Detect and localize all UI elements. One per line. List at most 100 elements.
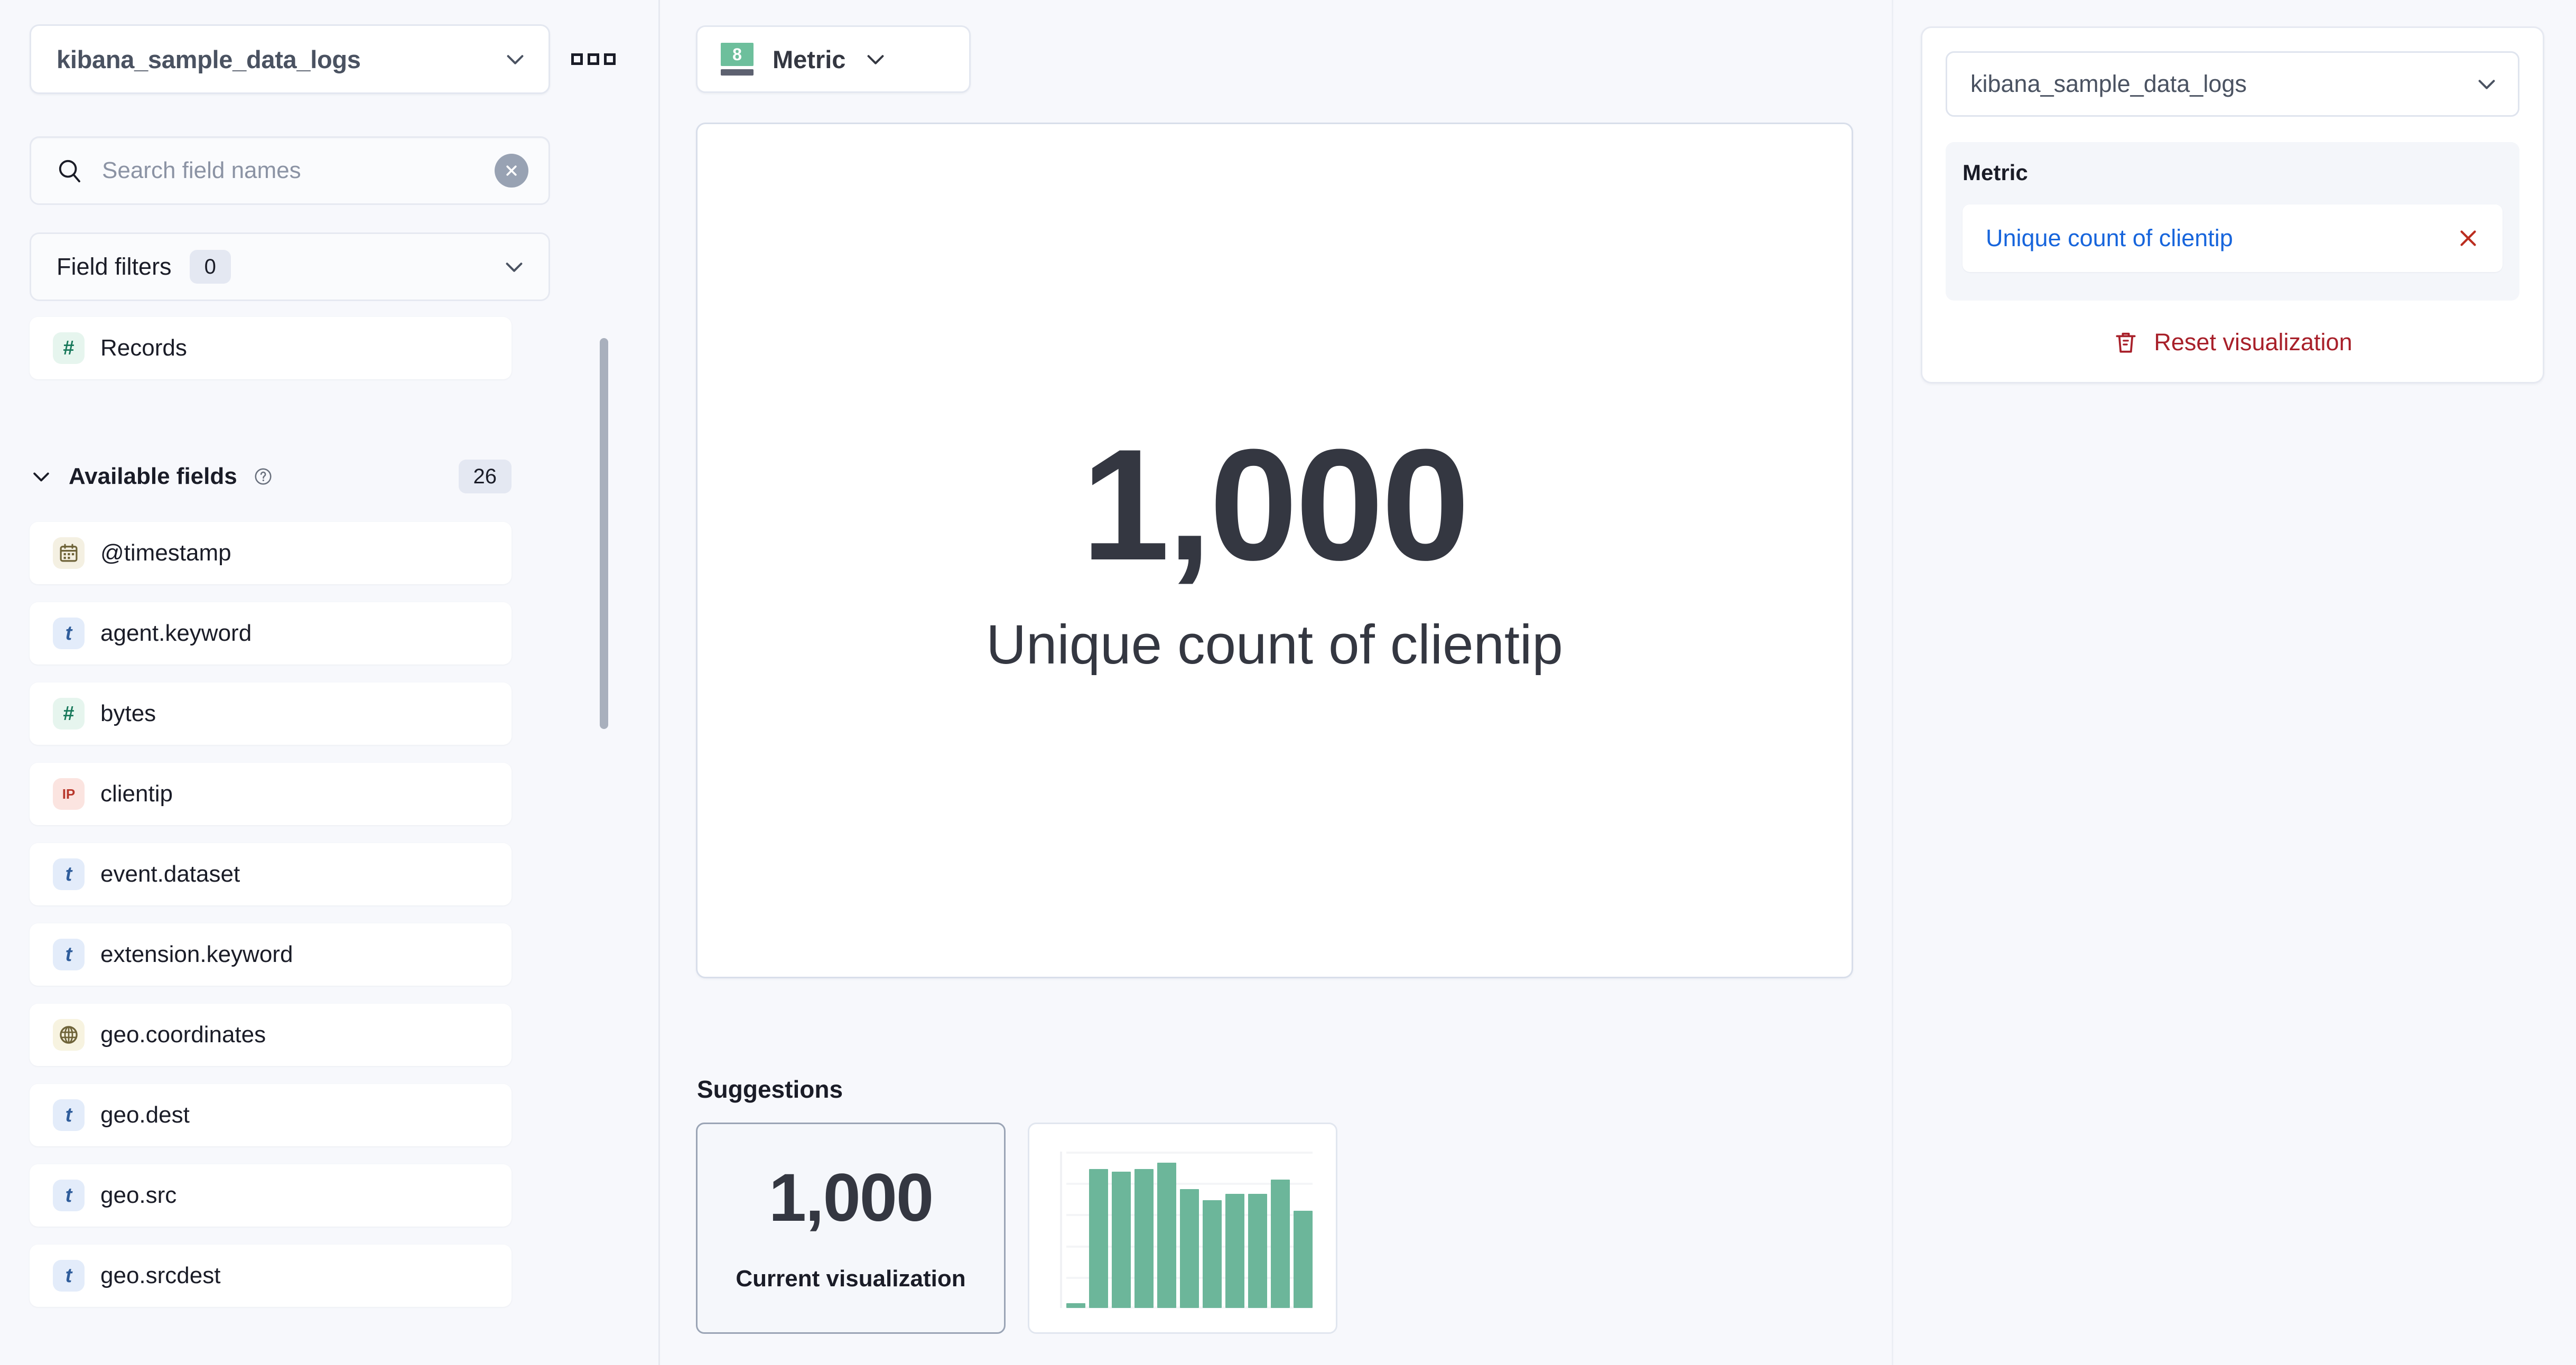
clear-icon[interactable] bbox=[495, 154, 528, 188]
mini-chart-bar bbox=[1134, 1169, 1154, 1308]
metric-value: 1,000 bbox=[1082, 425, 1468, 584]
suggestion-bar-chart[interactable] bbox=[1028, 1123, 1337, 1334]
workspace-panel: 8 Metric 1,000 Unique count of clientip … bbox=[660, 0, 1892, 1365]
field-list: # Records Available fields 26 bbox=[0, 317, 658, 1365]
config-data-view-name: kibana_sample_data_logs bbox=[1970, 70, 2247, 98]
string-field-icon: t bbox=[53, 1180, 85, 1211]
mini-chart-bar bbox=[1225, 1194, 1244, 1308]
field-name: @timestamp bbox=[100, 540, 231, 566]
field-name: geo.src bbox=[100, 1182, 176, 1209]
field-filters-count: 0 bbox=[190, 250, 231, 284]
field-item-bytes[interactable]: # bytes bbox=[30, 682, 512, 745]
chevron-down-icon bbox=[503, 47, 527, 71]
mini-bar-chart bbox=[1029, 1124, 1336, 1332]
box-glyph-3 bbox=[604, 53, 616, 65]
mini-chart-bar bbox=[1203, 1200, 1222, 1308]
field-name: agent.keyword bbox=[100, 620, 252, 647]
mini-chart-bar bbox=[1089, 1169, 1108, 1308]
search-field-container[interactable]: Search field names bbox=[30, 136, 550, 205]
metric-dimension-group: Metric Unique count of clientip bbox=[1946, 142, 2519, 301]
metric-group-title: Metric bbox=[1963, 160, 2503, 185]
number-field-icon: # bbox=[53, 698, 85, 730]
search-icon bbox=[55, 156, 84, 185]
field-item-timestamp[interactable]: @timestamp bbox=[30, 522, 512, 584]
reset-visualization-button[interactable]: Reset visualization bbox=[1946, 328, 2519, 357]
field-item-geo-srcdest[interactable]: t geo.srcdest bbox=[30, 1245, 512, 1307]
field-filters-label: Field filters bbox=[57, 253, 172, 281]
number-field-icon: # bbox=[53, 332, 85, 364]
mini-chart-bar bbox=[1248, 1194, 1267, 1308]
suggestion-current-visualization[interactable]: 1,000 Current visualization bbox=[696, 1123, 1006, 1334]
field-name: event.dataset bbox=[100, 861, 240, 887]
box-glyph-1 bbox=[571, 53, 583, 65]
field-name: bytes bbox=[100, 700, 156, 727]
metric-icon-bar bbox=[721, 69, 754, 76]
reset-visualization-label: Reset visualization bbox=[2154, 329, 2352, 356]
boxes-menu-icon[interactable] bbox=[565, 47, 622, 71]
string-field-icon: t bbox=[53, 939, 85, 970]
string-field-icon: t bbox=[53, 618, 85, 649]
date-field-icon bbox=[53, 537, 85, 569]
chevron-down-icon bbox=[30, 465, 53, 488]
data-view-row: kibana_sample_data_logs bbox=[30, 24, 622, 94]
mini-chart-bar bbox=[1180, 1189, 1199, 1308]
suggestion-metric-value: 1,000 bbox=[769, 1164, 933, 1232]
field-name: clientip bbox=[100, 781, 173, 807]
field-name: extension.keyword bbox=[100, 941, 293, 968]
suggestion-label: Current visualization bbox=[736, 1266, 965, 1292]
question-in-circle-icon[interactable] bbox=[253, 466, 273, 487]
metric-chart-icon: 8 bbox=[720, 43, 755, 76]
chart-switch-button[interactable]: 8 Metric bbox=[696, 25, 971, 93]
available-fields-label: Available fields bbox=[69, 463, 237, 490]
y-axis-line bbox=[1060, 1152, 1062, 1308]
data-view-selector[interactable]: kibana_sample_data_logs bbox=[30, 24, 550, 94]
string-field-icon: t bbox=[53, 1260, 85, 1292]
config-card: kibana_sample_data_logs Metric Unique co… bbox=[1921, 26, 2544, 384]
field-name: geo.srcdest bbox=[100, 1263, 220, 1289]
suggestions-title: Suggestions bbox=[697, 1075, 843, 1104]
chart-switch-label: Metric bbox=[773, 45, 845, 74]
lens-editor: kibana_sample_data_logs Search field nam… bbox=[0, 0, 2576, 1365]
field-name: Records bbox=[100, 335, 187, 361]
available-fields-header[interactable]: Available fields 26 bbox=[30, 453, 512, 500]
mini-chart-bars bbox=[1066, 1152, 1313, 1308]
field-item-agent-keyword[interactable]: t agent.keyword bbox=[30, 602, 512, 665]
string-field-icon: t bbox=[53, 858, 85, 890]
mini-chart-bar bbox=[1271, 1180, 1290, 1308]
config-panel: kibana_sample_data_logs Metric Unique co… bbox=[1893, 0, 2576, 1365]
data-view-name: kibana_sample_data_logs bbox=[57, 45, 361, 74]
mini-chart-bar bbox=[1157, 1163, 1176, 1308]
field-item-geo-coordinates[interactable]: geo.coordinates bbox=[30, 1004, 512, 1066]
available-fields-count: 26 bbox=[459, 460, 512, 493]
mini-chart-bar bbox=[1066, 1303, 1085, 1308]
mini-chart-plot bbox=[1066, 1152, 1313, 1308]
field-item-geo-dest[interactable]: t geo.dest bbox=[30, 1084, 512, 1146]
config-data-view-selector[interactable]: kibana_sample_data_logs bbox=[1946, 51, 2519, 117]
box-glyph-2 bbox=[588, 53, 599, 65]
field-name: geo.dest bbox=[100, 1102, 190, 1128]
geo-field-icon bbox=[53, 1019, 85, 1051]
metric-icon-number: 8 bbox=[721, 43, 754, 66]
string-field-icon: t bbox=[53, 1099, 85, 1131]
chevron-down-icon bbox=[2475, 72, 2499, 96]
mini-chart-bar bbox=[1294, 1211, 1313, 1308]
metric-caption: Unique count of clientip bbox=[986, 614, 1563, 676]
ip-field-icon: IP bbox=[53, 778, 85, 810]
search-input[interactable]: Search field names bbox=[102, 157, 477, 184]
chevron-down-icon bbox=[863, 47, 888, 71]
cross-icon[interactable] bbox=[2455, 225, 2481, 251]
field-name: geo.coordinates bbox=[100, 1022, 266, 1048]
chevron-down-icon bbox=[502, 255, 526, 279]
mini-chart-bar bbox=[1112, 1172, 1131, 1308]
field-list-scrollbar[interactable] bbox=[600, 338, 608, 729]
field-item-event-dataset[interactable]: t event.dataset bbox=[30, 843, 512, 905]
field-item-geo-src[interactable]: t geo.src bbox=[30, 1164, 512, 1227]
field-item-clientip[interactable]: IP clientip bbox=[30, 763, 512, 825]
suggestions-list: 1,000 Current visualization bbox=[696, 1123, 1337, 1334]
data-panel: kibana_sample_data_logs Search field nam… bbox=[0, 0, 658, 1365]
metric-dimension-trigger[interactable]: Unique count of clientip bbox=[1963, 204, 2503, 272]
field-filters-toggle[interactable]: Field filters 0 bbox=[30, 232, 550, 301]
field-item-records[interactable]: # Records bbox=[30, 317, 512, 379]
visualization-panel[interactable]: 1,000 Unique count of clientip bbox=[696, 123, 1853, 978]
field-item-extension-keyword[interactable]: t extension.keyword bbox=[30, 923, 512, 986]
